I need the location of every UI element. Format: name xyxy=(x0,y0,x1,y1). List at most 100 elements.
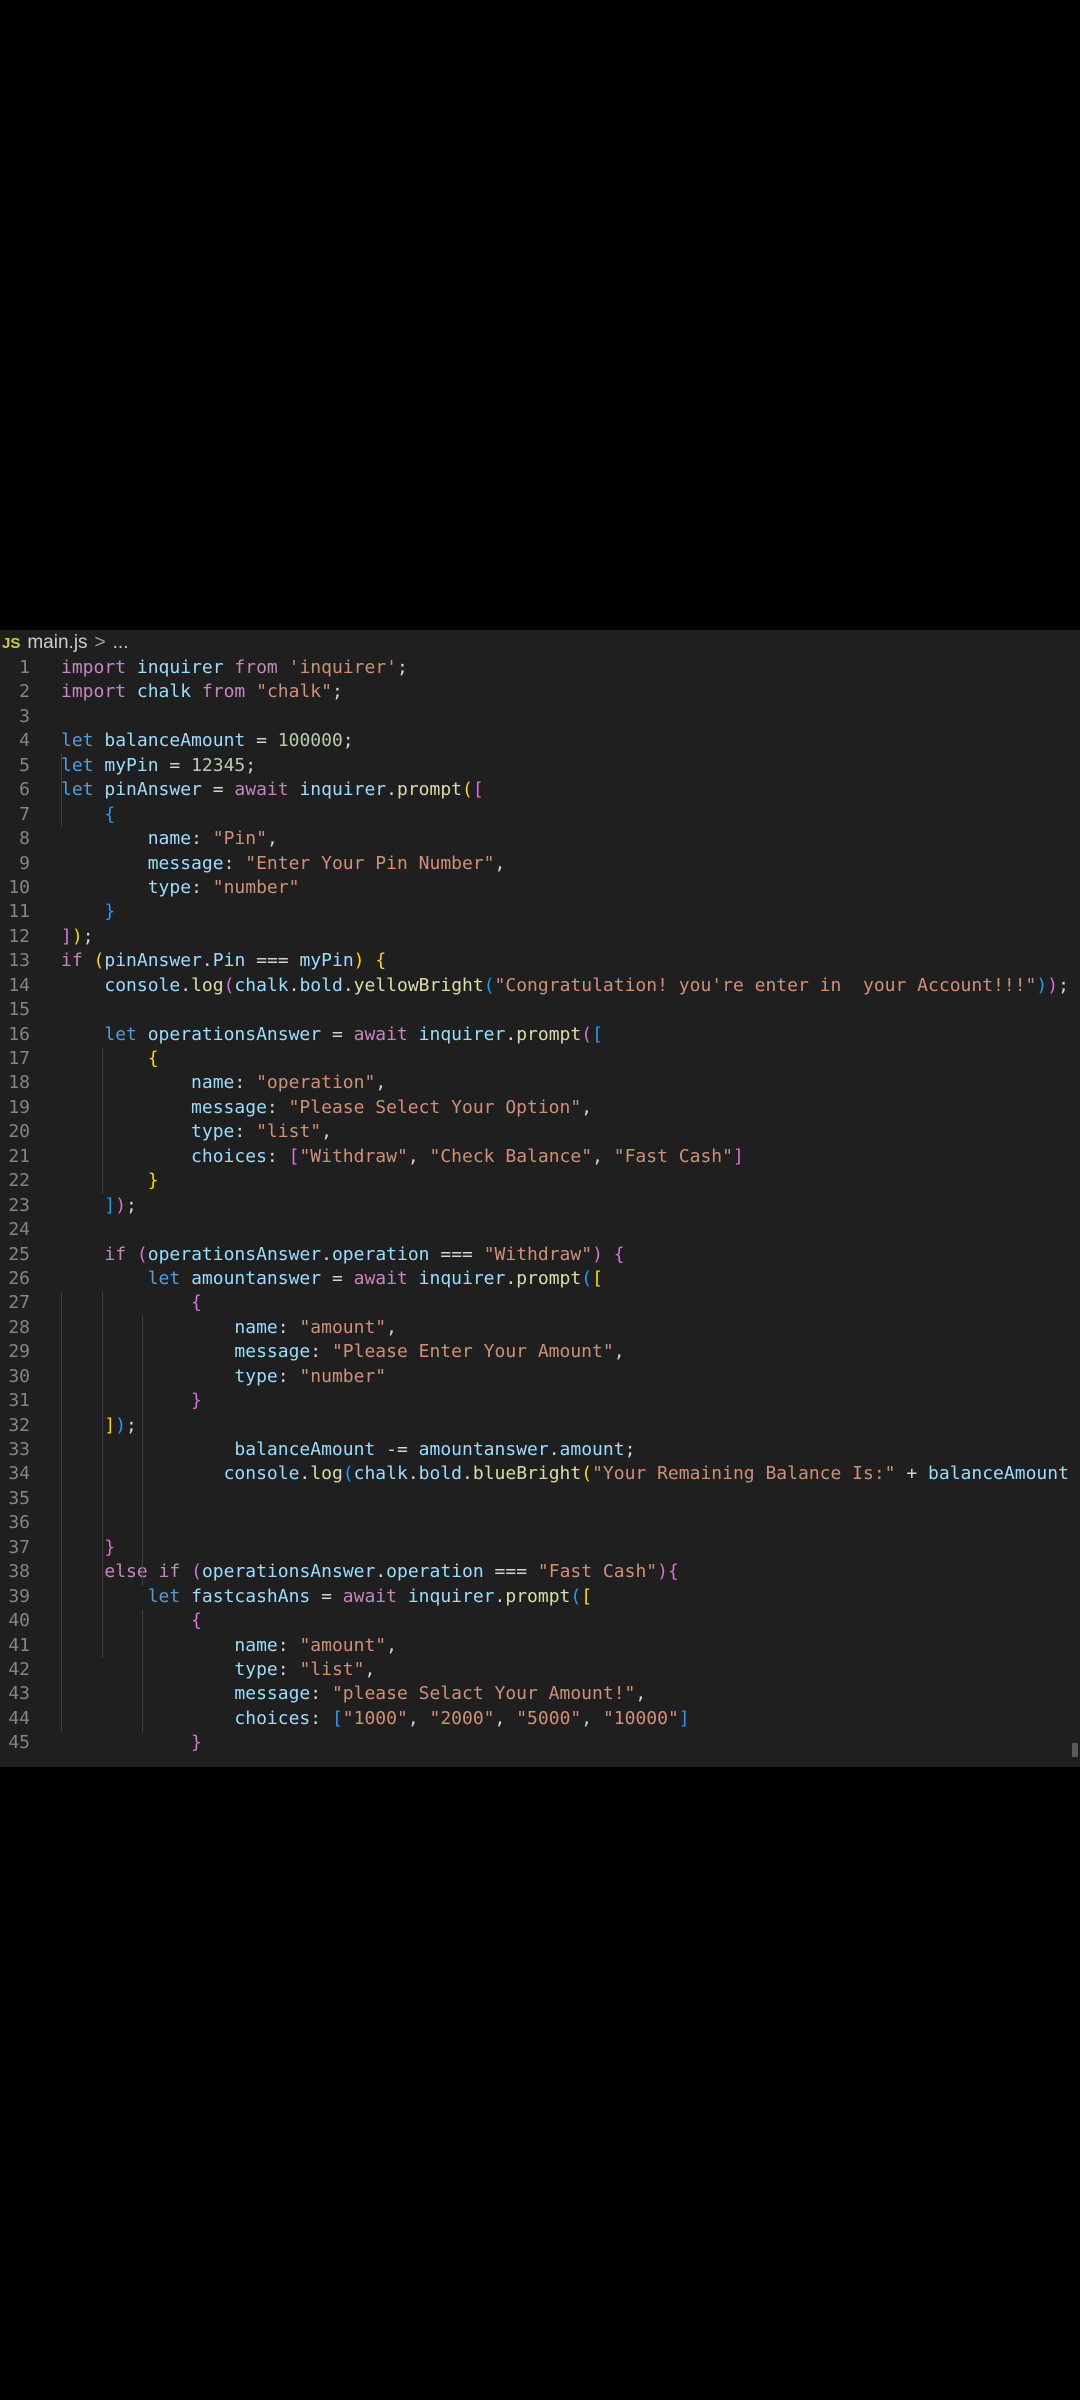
code-line-text[interactable]: } xyxy=(30,1731,202,1755)
code-line-text[interactable] xyxy=(30,1487,61,1511)
code-lines[interactable]: 1 import inquirer from 'inquirer'; 2 import… xyxy=(0,656,1080,1756)
code-line-text[interactable]: import chalk from "chalk"; xyxy=(30,680,343,704)
code-line[interactable]: 13 if (pinAnswer.Pin === myPin) { xyxy=(0,949,1080,973)
code-line[interactable]: 14 console.log(chalk.bold.yellowBright("… xyxy=(0,974,1080,998)
code-line-text[interactable]: type: "number" xyxy=(30,1365,386,1389)
code-line-text[interactable]: console.log(chalk.bold.yellowBright("Con… xyxy=(30,974,1069,998)
code-line[interactable]: 44 choices: ["1000", "2000", "5000", "10… xyxy=(0,1707,1080,1731)
code-line[interactable]: 33 balanceAmount -= amountanswer.amount; xyxy=(0,1438,1080,1462)
code-line[interactable]: 7 { xyxy=(0,803,1080,827)
code-line-text[interactable]: ]); xyxy=(30,925,94,949)
code-line[interactable]: 45 } xyxy=(0,1731,1080,1755)
code-line[interactable]: 1 import inquirer from 'inquirer'; xyxy=(0,656,1080,680)
code-line[interactable]: 31 } xyxy=(0,1389,1080,1413)
code-line-text[interactable]: type: "list", xyxy=(30,1658,375,1682)
breadcrumb-file-name[interactable]: main.js xyxy=(27,632,87,654)
code-line-text[interactable]: { xyxy=(30,803,115,827)
code-line-text[interactable]: message: "please Selact Your Amount!", xyxy=(30,1682,646,1706)
code-line[interactable]: 19 message: "Please Select Your Option", xyxy=(0,1096,1080,1120)
code-line[interactable]: 40 { xyxy=(0,1609,1080,1633)
code-line[interactable]: 26 let amountanswer = await inquirer.pro… xyxy=(0,1267,1080,1291)
code-line-text[interactable]: ]); xyxy=(30,1414,137,1438)
code-line[interactable]: 41 name: "amount", xyxy=(0,1634,1080,1658)
code-line-text[interactable]: name: "amount", xyxy=(30,1316,397,1340)
code-line[interactable]: 24 xyxy=(0,1218,1080,1242)
code-line-text[interactable]: message: "Please Enter Your Amount", xyxy=(30,1340,624,1364)
code-line[interactable]: 21 choices: ["Withdraw", "Check Balance"… xyxy=(0,1145,1080,1169)
code-editor[interactable]: JS main.js > ... 1 import inquirer from '… xyxy=(0,630,1080,1767)
code-line-text[interactable]: let amountanswer = await inquirer.prompt… xyxy=(30,1267,603,1291)
code-line-text[interactable]: let pinAnswer = await inquirer.prompt([ xyxy=(30,778,484,802)
code-line[interactable]: 30 type: "number" xyxy=(0,1365,1080,1389)
code-line[interactable]: 27 { xyxy=(0,1291,1080,1315)
code-line-text[interactable]: if (operationsAnswer.operation === "With… xyxy=(30,1243,624,1267)
code-line-text[interactable]: } xyxy=(30,900,115,924)
code-line-text[interactable]: choices: ["1000", "2000", "5000", "10000… xyxy=(30,1707,689,1731)
code-line[interactable]: 2 import chalk from "chalk"; xyxy=(0,680,1080,704)
code-line-text[interactable]: balanceAmount -= amountanswer.amount; xyxy=(30,1438,635,1462)
code-line[interactable]: 12]); xyxy=(0,925,1080,949)
code-line[interactable]: 17 { xyxy=(0,1047,1080,1071)
code-line[interactable]: 6 let pinAnswer = await inquirer.prompt([ xyxy=(0,778,1080,802)
code-line[interactable]: 38 else if (operationsAnswer.operation =… xyxy=(0,1560,1080,1584)
code-line[interactable]: 25 if (operationsAnswer.operation === "W… xyxy=(0,1243,1080,1267)
code-line[interactable]: 18 name: "operation", xyxy=(0,1071,1080,1095)
code-line[interactable]: 35 xyxy=(0,1487,1080,1511)
code-line-text[interactable]: let myPin = 12345; xyxy=(30,754,256,778)
code-line[interactable]: 11 } xyxy=(0,900,1080,924)
code-line-text[interactable]: choices: ["Withdraw", "Check Balance", "… xyxy=(30,1145,744,1169)
code-line[interactable]: 29 message: "Please Enter Your Amount", xyxy=(0,1340,1080,1364)
code-line-text[interactable] xyxy=(30,1511,61,1535)
code-line-text[interactable]: type: "list", xyxy=(30,1120,332,1144)
vertical-scrollbar[interactable] xyxy=(1070,630,1080,1767)
code-line-text[interactable]: message: "Please Select Your Option", xyxy=(30,1096,592,1120)
code-line-text[interactable]: if (pinAnswer.Pin === myPin) { xyxy=(30,949,386,973)
code-line[interactable]: 16 let operationsAnswer = await inquirer… xyxy=(0,1023,1080,1047)
code-line[interactable]: 3 xyxy=(0,705,1080,729)
code-line-text[interactable]: let fastcashAns = await inquirer.prompt(… xyxy=(30,1585,592,1609)
breadcrumb-symbols[interactable]: ... xyxy=(113,632,129,654)
code-line-text[interactable]: } xyxy=(30,1389,202,1413)
code-line[interactable]: 43 message: "please Selact Your Amount!"… xyxy=(0,1682,1080,1706)
code-line-text[interactable] xyxy=(30,1218,61,1242)
code-line-text[interactable] xyxy=(30,998,61,1022)
code-line-text[interactable]: name: "Pin", xyxy=(30,827,278,851)
code-line-text[interactable]: { xyxy=(30,1609,202,1633)
code-line-text[interactable]: name: "operation", xyxy=(30,1071,386,1095)
code-line[interactable]: 10 type: "number" xyxy=(0,876,1080,900)
code-line-text[interactable]: { xyxy=(30,1291,202,1315)
code-line[interactable]: 9 message: "Enter Your Pin Number", xyxy=(0,852,1080,876)
code-line[interactable]: 20 type: "list", xyxy=(0,1120,1080,1144)
code-line-text[interactable] xyxy=(30,705,61,729)
code-line[interactable]: 36 xyxy=(0,1511,1080,1535)
code-token: { xyxy=(667,1561,679,1583)
code-line-text[interactable]: import inquirer from 'inquirer'; xyxy=(30,656,408,680)
code-line-text[interactable]: } xyxy=(30,1169,159,1193)
code-line-text[interactable]: console.log(chalk.bold.blueBright("Your … xyxy=(30,1462,1080,1486)
code-line[interactable]: 42 type: "list", xyxy=(0,1658,1080,1682)
code-line-text[interactable]: let balanceAmount = 100000; xyxy=(30,729,354,753)
code-line-text[interactable]: message: "Enter Your Pin Number", xyxy=(30,852,506,876)
code-line[interactable]: 34 console.log(chalk.bold.blueBright("Yo… xyxy=(0,1462,1080,1486)
code-line[interactable]: 37 } xyxy=(0,1536,1080,1560)
code-line[interactable]: 8 name: "Pin", xyxy=(0,827,1080,851)
code-line-text[interactable]: let operationsAnswer = await inquirer.pr… xyxy=(30,1023,603,1047)
code-line-text[interactable]: type: "number" xyxy=(30,876,300,900)
code-line[interactable]: 32 ]); xyxy=(0,1414,1080,1438)
code-line-text[interactable]: { xyxy=(30,1047,159,1071)
code-line[interactable]: 5 let myPin = 12345; xyxy=(0,754,1080,778)
code-line-text[interactable]: ]); xyxy=(30,1194,137,1218)
code-token: name xyxy=(234,1316,278,1338)
code-line[interactable]: 28 name: "amount", xyxy=(0,1316,1080,1340)
code-line[interactable]: 22 } xyxy=(0,1169,1080,1193)
breadcrumb[interactable]: JS main.js > ... xyxy=(0,630,1080,656)
code-line-text[interactable]: name: "amount", xyxy=(30,1634,397,1658)
code-line[interactable]: 4 let balanceAmount = 100000; xyxy=(0,729,1080,753)
code-line[interactable]: 39 let fastcashAns = await inquirer.prom… xyxy=(0,1585,1080,1609)
code-line-text[interactable]: else if (operationsAnswer.operation === … xyxy=(30,1560,679,1584)
scrollbar-thumb[interactable] xyxy=(1072,1743,1078,1757)
code-token: "Withdraw" xyxy=(299,1145,408,1167)
code-line[interactable]: 15 xyxy=(0,998,1080,1022)
code-line[interactable]: 23 ]); xyxy=(0,1194,1080,1218)
